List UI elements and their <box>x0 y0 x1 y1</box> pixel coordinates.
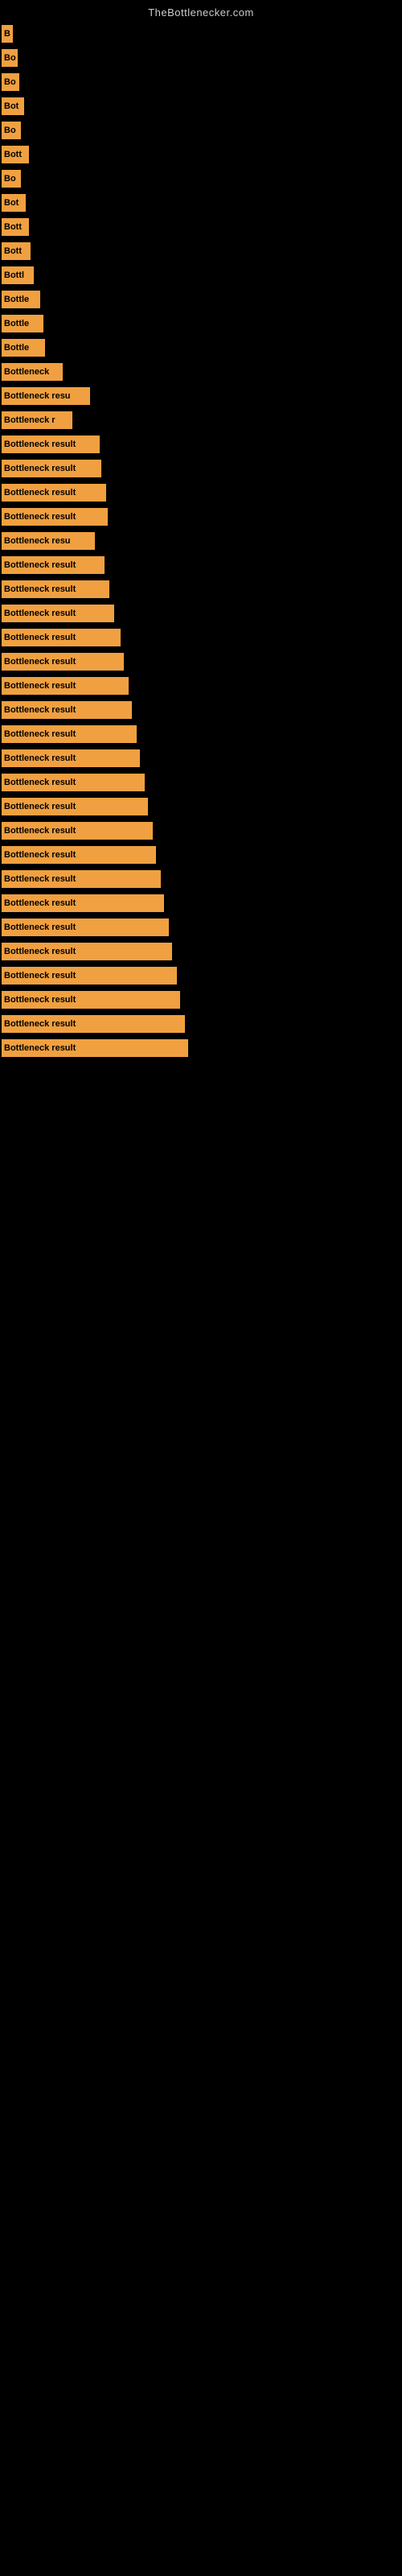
bar-row: Bottleneck result <box>2 432 402 456</box>
bar-label: Bot <box>2 194 26 212</box>
bar-label: Bot <box>2 97 24 115</box>
bar-row: Bottleneck result <box>2 1036 402 1060</box>
bar-label: Bottleneck result <box>2 436 100 453</box>
bar-row: Bottleneck result <box>2 577 402 601</box>
bar-label: Bottle <box>2 315 43 332</box>
bar-row: Bottleneck r <box>2 408 402 432</box>
bar-row: Bot <box>2 94 402 118</box>
bar-label: Bottle <box>2 291 40 308</box>
bar-row: Bottleneck result <box>2 625 402 650</box>
bars-container: B Bo Bo Bot Bo Bott Bo Bot Bott Bott Bottl Bottle Bo… <box>0 22 402 1060</box>
bar-row: Bo <box>2 70 402 94</box>
bar-row: Bottleneck resu <box>2 529 402 553</box>
bar-label: Bottleneck result <box>2 846 156 864</box>
bar-row: Bottleneck result <box>2 988 402 1012</box>
bar-label: Bottleneck result <box>2 653 124 671</box>
bar-row: Bottl <box>2 263 402 287</box>
bar-row: Bo <box>2 167 402 191</box>
bar-row: Bottle <box>2 312 402 336</box>
bar-label: Bottleneck result <box>2 677 129 695</box>
bar-label: Bottleneck result <box>2 1015 185 1033</box>
bar-label: Bottleneck result <box>2 991 180 1009</box>
bar-row: Bottleneck result <box>2 843 402 867</box>
bar-row: Bottleneck result <box>2 939 402 964</box>
bar-label: Bo <box>2 122 21 139</box>
bar-row: Bo <box>2 46 402 70</box>
bar-row: Bottleneck result <box>2 964 402 988</box>
bar-row: Bottle <box>2 336 402 360</box>
bar-row: Bo <box>2 118 402 142</box>
bar-row: Bottleneck result <box>2 674 402 698</box>
bar-label: Bo <box>2 49 18 67</box>
bar-label: Bottleneck result <box>2 1039 188 1057</box>
bar-label: B <box>2 25 13 43</box>
bar-row: Bottleneck <box>2 360 402 384</box>
bar-label: Bottleneck result <box>2 725 137 743</box>
bar-row: Bot <box>2 191 402 215</box>
bar-label: Bottleneck result <box>2 580 109 598</box>
bar-row: Bottleneck result <box>2 867 402 891</box>
bar-label: Bottleneck result <box>2 870 161 888</box>
bar-row: Bottleneck result <box>2 601 402 625</box>
bar-row: Bottleneck result <box>2 650 402 674</box>
bar-label: Bottle <box>2 339 45 357</box>
bar-label: Bott <box>2 242 31 260</box>
bar-label: Bottleneck result <box>2 798 148 815</box>
bar-label: Bottleneck result <box>2 774 145 791</box>
bar-row: Bottleneck result <box>2 1012 402 1036</box>
bar-row: Bottleneck result <box>2 915 402 939</box>
bar-label: Bottleneck result <box>2 749 140 767</box>
bar-row: Bottleneck result <box>2 481 402 505</box>
bar-row: Bottle <box>2 287 402 312</box>
bar-row: Bottleneck result <box>2 891 402 915</box>
bar-label: Bottleneck result <box>2 605 114 622</box>
bar-row: Bott <box>2 215 402 239</box>
bar-label: Bottleneck result <box>2 460 101 477</box>
bar-label: Bottleneck r <box>2 411 72 429</box>
bar-label: Bottleneck result <box>2 822 153 840</box>
bar-label: Bo <box>2 73 19 91</box>
bar-row: Bott <box>2 239 402 263</box>
bar-row: Bottleneck result <box>2 553 402 577</box>
bar-label: Bottleneck result <box>2 919 169 936</box>
bar-row: Bottleneck result <box>2 770 402 795</box>
site-title: TheBottlenecker.com <box>0 0 402 22</box>
bar-label: Bottleneck result <box>2 894 164 912</box>
bar-row: Bottleneck result <box>2 722 402 746</box>
bar-row: Bottleneck result <box>2 505 402 529</box>
bar-label: Bottleneck result <box>2 508 108 526</box>
bar-label: Bottleneck <box>2 363 63 381</box>
bar-row: Bottleneck resu <box>2 384 402 408</box>
bar-label: Bottleneck result <box>2 629 121 646</box>
bar-row: B <box>2 22 402 46</box>
bar-label: Bo <box>2 170 21 188</box>
bar-label: Bottl <box>2 266 34 284</box>
bar-row: Bott <box>2 142 402 167</box>
bar-label: Bottleneck result <box>2 967 177 985</box>
bar-label: Bottleneck result <box>2 701 132 719</box>
bar-label: Bottleneck result <box>2 943 172 960</box>
bar-row: Bottleneck result <box>2 795 402 819</box>
bar-row: Bottleneck result <box>2 819 402 843</box>
bar-label: Bott <box>2 146 29 163</box>
bar-label: Bottleneck result <box>2 484 106 502</box>
bar-row: Bottleneck result <box>2 456 402 481</box>
bar-label: Bottleneck resu <box>2 532 95 550</box>
bar-label: Bott <box>2 218 29 236</box>
bar-row: Bottleneck result <box>2 746 402 770</box>
bar-label: Bottleneck result <box>2 556 105 574</box>
bar-label: Bottleneck resu <box>2 387 90 405</box>
bar-row: Bottleneck result <box>2 698 402 722</box>
